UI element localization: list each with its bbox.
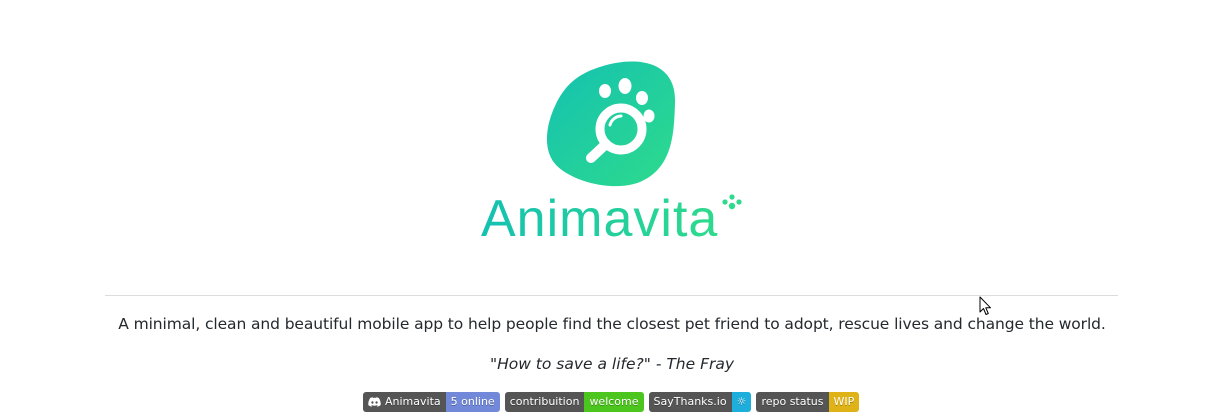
project-tagline: A minimal, clean and beautiful mobile ap… xyxy=(118,315,1106,333)
contribution-badge-value: welcome xyxy=(584,392,644,412)
section-divider xyxy=(105,295,1118,296)
repo-status-badge-label: repo status xyxy=(756,392,829,412)
project-quote: "How to save a life?" - The Fray xyxy=(489,355,735,373)
discord-badge-value: 5 online xyxy=(445,392,500,412)
contribution-badge[interactable]: contribuition welcome xyxy=(504,392,644,412)
repo-status-badge[interactable]: repo status WIP xyxy=(756,392,860,412)
discord-badge-name: Animavita xyxy=(385,395,441,408)
contribution-badge-label: contribuition xyxy=(504,392,585,412)
saythanks-badge-value: ☼ xyxy=(731,392,752,412)
discord-icon xyxy=(368,396,381,408)
saythanks-badge[interactable]: SayThanks.io ☼ xyxy=(648,392,752,412)
saythanks-badge-label: SayThanks.io xyxy=(648,392,732,412)
paw-magnifier-icon: Animavita xyxy=(481,61,742,248)
readme-page: Animavita A minimal, clean and beautiful… xyxy=(0,0,1218,419)
discord-badge-label: Animavita xyxy=(363,392,446,412)
mouse-pointer-icon xyxy=(979,296,991,315)
logo-wordmark: Animavita xyxy=(481,190,718,248)
discord-badge[interactable]: Animavita 5 online xyxy=(363,392,500,412)
animavita-logo: Animavita xyxy=(475,58,745,248)
badge-row: Animavita 5 online contribuition welcome… xyxy=(363,392,860,412)
repo-status-badge-value: WIP xyxy=(828,392,860,412)
